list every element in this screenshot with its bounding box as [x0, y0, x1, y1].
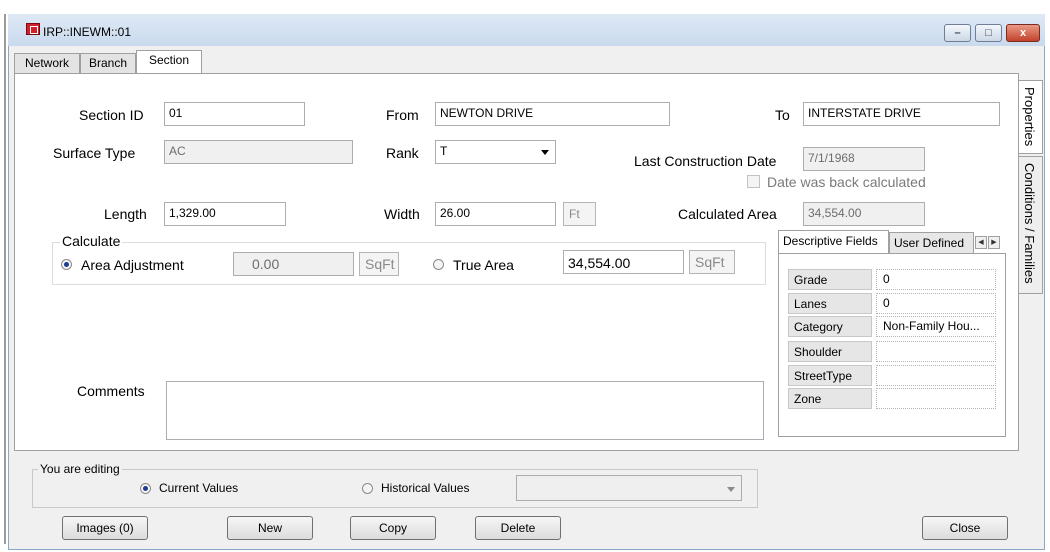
field-label-lanes: Lanes [788, 293, 872, 314]
area-adjustment-radio[interactable] [61, 259, 72, 270]
area-adjustment-unit: SqFt [359, 252, 399, 276]
historical-values-select[interactable] [516, 475, 742, 501]
window-edge [4, 14, 6, 544]
close-window-button[interactable]: x [1006, 24, 1040, 42]
back-calculated-checkbox[interactable] [747, 175, 760, 188]
field-value-lanes[interactable]: 0 [876, 293, 996, 314]
chevron-down-icon [727, 487, 735, 492]
current-values-radio[interactable] [140, 483, 151, 494]
window-title: IRP::INEWM::01 [43, 25, 132, 39]
tab-scroll-left-button[interactable]: ◀ [975, 236, 987, 249]
field-label-category: Category [788, 316, 872, 337]
field-label-streettype: StreetType [788, 365, 872, 386]
tab-properties[interactable]: Properties [1019, 80, 1043, 154]
new-button[interactable]: New [227, 516, 313, 540]
minimize-button[interactable]: – [944, 24, 971, 42]
maximize-button[interactable]: □ [975, 24, 1002, 42]
rank-label: Rank [386, 145, 419, 161]
tab-scroll-right-button[interactable]: ▶ [988, 236, 1000, 249]
tab-network[interactable]: Network [14, 53, 80, 73]
delete-button[interactable]: Delete [475, 516, 561, 540]
section-id-label: Section ID [79, 107, 144, 123]
true-area-label: True Area [453, 257, 514, 273]
comments-textarea[interactable] [166, 381, 764, 440]
back-calculated-label: Date was back calculated [767, 174, 926, 190]
length-label: Length [104, 206, 147, 222]
tab-branch[interactable]: Branch [80, 53, 136, 73]
last-construction-date-label: Last Construction Date [634, 153, 777, 169]
app-icon [26, 23, 40, 35]
close-button[interactable]: Close [922, 516, 1008, 540]
area-adjustment-field: 0.00 [233, 252, 354, 276]
area-adjustment-label: Area Adjustment [81, 257, 184, 273]
tab-conditions-label: Conditions / Families [1022, 163, 1037, 284]
historical-values-label: Historical Values [381, 481, 470, 495]
true-area-radio[interactable] [433, 259, 444, 270]
length-field[interactable]: 1,329.00 [164, 202, 286, 226]
section-id-field[interactable]: 01 [164, 102, 305, 126]
field-value-shoulder[interactable] [876, 341, 996, 362]
tab-properties-label: Properties [1022, 87, 1037, 147]
rank-value: T [440, 144, 448, 158]
field-value-grade[interactable]: 0 [876, 269, 996, 290]
tab-section[interactable]: Section [136, 50, 202, 74]
chevron-left-icon: ◀ [978, 239, 984, 246]
true-area-field[interactable]: 34,554.00 [563, 250, 684, 274]
width-field[interactable]: 26.00 [435, 202, 556, 226]
field-label-shoulder: Shoulder [788, 341, 872, 362]
calculated-area-label: Calculated Area [678, 206, 777, 222]
tab-user-defined[interactable]: User Defined [889, 232, 974, 254]
tab-conditions-families[interactable]: Conditions / Families [1019, 156, 1043, 294]
to-label: To [775, 107, 790, 123]
calculated-area-field: 34,554.00 [803, 202, 925, 226]
calculate-legend: Calculate [60, 233, 123, 249]
tab-descriptive-fields[interactable]: Descriptive Fields [778, 230, 889, 254]
field-value-category[interactable]: Non-Family Hou... [876, 316, 996, 337]
true-area-unit: SqFt [689, 250, 735, 274]
width-label: Width [384, 206, 420, 222]
from-label: From [386, 107, 419, 123]
to-field[interactable]: INTERSTATE DRIVE [803, 102, 1000, 126]
field-value-streettype[interactable] [876, 365, 996, 386]
images-button[interactable]: Images (0) [62, 516, 148, 540]
last-construction-date-field: 7/1/1968 [803, 147, 925, 171]
editing-legend: You are editing [38, 462, 122, 476]
minimize-icon: – [954, 27, 961, 39]
current-values-label: Current Values [159, 481, 239, 495]
width-unit: Ft [563, 202, 596, 226]
surface-type-field: AC [164, 140, 353, 164]
title-bar [8, 14, 1045, 46]
chevron-down-icon [541, 150, 549, 155]
field-label-grade: Grade [788, 269, 872, 290]
historical-values-radio[interactable] [362, 483, 373, 494]
chevron-right-icon: ▶ [991, 239, 997, 246]
field-label-zone: Zone [788, 388, 872, 409]
maximize-icon: □ [985, 27, 992, 39]
rank-select[interactable]: T [435, 140, 556, 164]
field-value-zone[interactable] [876, 388, 996, 409]
surface-type-label: Surface Type [53, 145, 136, 161]
comments-label: Comments [77, 383, 145, 399]
close-icon: x [1019, 27, 1027, 39]
copy-button[interactable]: Copy [350, 516, 436, 540]
from-field[interactable]: NEWTON DRIVE [435, 102, 670, 126]
